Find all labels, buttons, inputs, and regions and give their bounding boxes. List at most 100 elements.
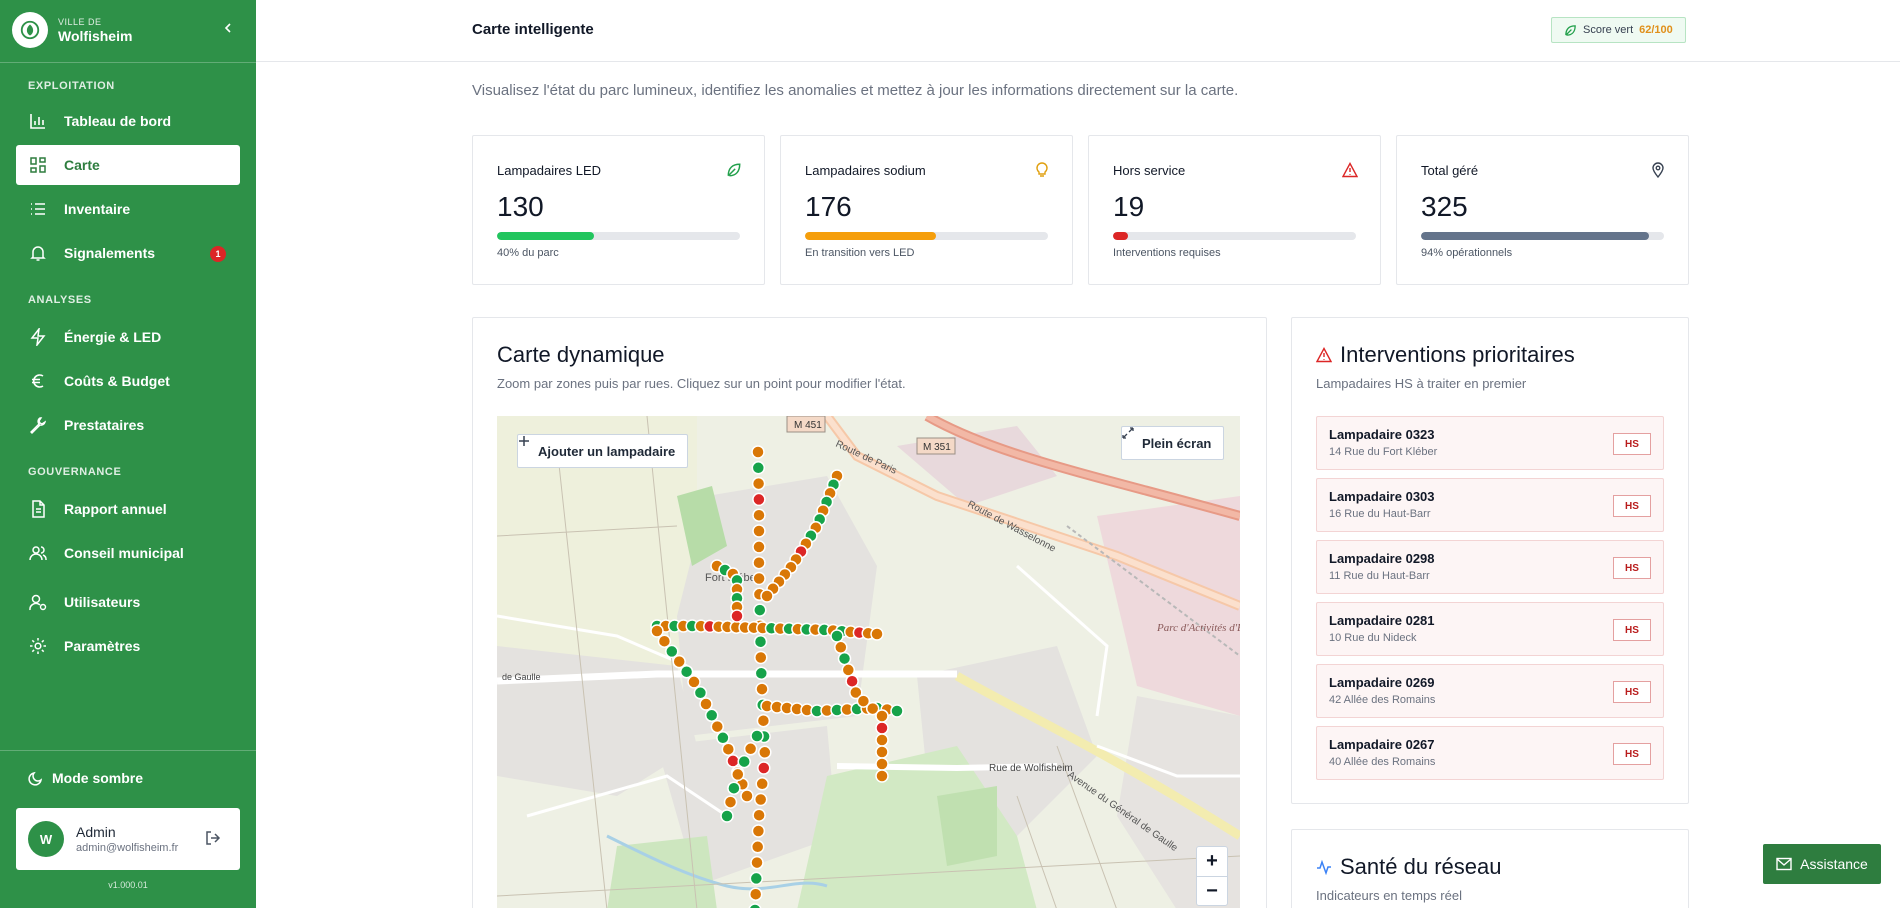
stat-label: Total géré — [1421, 163, 1479, 178]
streetlight-marker[interactable] — [875, 769, 889, 783]
intervention-item[interactable]: Lampadaire 0281 10 Rue du Nideck HS — [1316, 602, 1664, 656]
streetlight-marker[interactable] — [845, 674, 859, 688]
stat-progress-fill — [1113, 232, 1128, 240]
sidebar-item-utilisateurs[interactable]: Utilisateurs — [16, 582, 240, 622]
streetlight-marker[interactable] — [693, 686, 708, 700]
sidebar-item-parametres[interactable]: Paramètres — [16, 626, 240, 666]
add-streetlight-button[interactable]: Ajouter un lampadaire — [517, 434, 689, 468]
zoom-out-button[interactable]: − — [1197, 876, 1227, 905]
brand[interactable]: VILLE DE Wolfisheim — [12, 10, 132, 50]
streetlight-marker[interactable] — [757, 761, 771, 775]
dark-mode-toggle[interactable]: Mode sombre — [28, 770, 143, 786]
streetlight-marker[interactable] — [740, 789, 754, 803]
streetlight-marker[interactable] — [730, 609, 744, 623]
streetlight-marker[interactable] — [750, 840, 765, 854]
sidebar-divider — [0, 750, 256, 751]
streetlight-marker[interactable] — [841, 663, 856, 677]
streetlight-marker[interactable] — [875, 709, 889, 723]
sidebar-item-energie[interactable]: Énergie & LED — [16, 317, 240, 357]
streetlight-marker[interactable] — [754, 650, 768, 665]
sidebar-item-tableau-de-bord[interactable]: Tableau de bord — [16, 101, 240, 141]
streetlight-marker[interactable] — [716, 731, 730, 745]
map-canvas[interactable]: M 451 M 351 Route de Paris Route de Wass… — [497, 416, 1240, 908]
stat-note: En transition vers LED — [805, 247, 915, 259]
streetlight-marker[interactable] — [687, 675, 701, 689]
sidebar-item-inventaire[interactable]: Inventaire — [16, 189, 240, 229]
streetlight-marker[interactable] — [758, 745, 772, 760]
assistance-button[interactable]: Assistance — [1763, 844, 1881, 884]
stat-progress-bar — [1421, 232, 1664, 240]
streetlight-marker[interactable] — [721, 742, 736, 756]
streetlight-marker[interactable] — [875, 745, 889, 759]
streetlight-marker[interactable] — [830, 629, 844, 643]
streetlight-marker[interactable] — [752, 508, 766, 522]
streetlight-marker[interactable] — [754, 666, 769, 681]
intervention-item[interactable]: Lampadaire 0269 42 Allée des Romains HS — [1316, 664, 1664, 718]
streetlight-marker[interactable] — [751, 461, 766, 475]
zoom-control: + − — [1196, 846, 1228, 906]
streetlight-marker[interactable] — [699, 697, 713, 711]
zoom-in-button[interactable]: + — [1197, 847, 1227, 876]
streetlight-marker[interactable] — [760, 589, 774, 603]
streetlight-marker[interactable] — [657, 634, 672, 648]
streetlight-marker[interactable] — [665, 644, 679, 659]
streetlight-marker[interactable] — [750, 855, 764, 870]
sidebar-item-couts[interactable]: Coûts & Budget — [16, 361, 240, 401]
streetlight-marker[interactable] — [749, 871, 764, 886]
streetlight-marker[interactable] — [679, 664, 694, 679]
streetlight-marker[interactable] — [837, 651, 852, 666]
streetlight-marker[interactable] — [875, 757, 889, 771]
streetlight-marker[interactable] — [751, 824, 766, 838]
streetlight-marker[interactable] — [875, 721, 889, 735]
intervention-item[interactable]: Lampadaire 0303 16 Rue du Haut-Barr HS — [1316, 478, 1664, 532]
streetlight-marker[interactable] — [755, 682, 769, 696]
map-label-parc: Parc d'Activités d'Eckbolsheim — [1156, 622, 1240, 634]
streetlight-marker[interactable] — [726, 754, 740, 768]
intervention-item[interactable]: Lampadaire 0298 11 Rue du Haut-Barr HS — [1316, 540, 1664, 594]
streetlight-marker[interactable] — [870, 627, 884, 641]
collapse-sidebar-button[interactable] — [218, 18, 238, 38]
streetlight-marker[interactable] — [753, 634, 768, 649]
sidebar-item-carte[interactable]: Carte — [16, 145, 240, 185]
streetlight-marker[interactable] — [710, 719, 725, 734]
sidebar-item-signalements[interactable]: Signalements 1 — [16, 233, 240, 273]
map-view[interactable]: M 451 M 351 Route de Paris Route de Wass… — [497, 416, 1240, 908]
streetlight-marker[interactable] — [727, 781, 741, 795]
streetlight-marker[interactable] — [720, 809, 734, 823]
streetlight-marker[interactable] — [751, 476, 766, 491]
intervention-item[interactable]: Lampadaire 0323 14 Rue du Fort Kléber HS — [1316, 416, 1664, 470]
sidebar-item-label: Tableau de bord — [64, 113, 172, 129]
logout-icon[interactable] — [204, 829, 222, 847]
streetlight-marker[interactable] — [704, 708, 719, 723]
streetlight-marker[interactable] — [890, 704, 904, 718]
streetlight-marker[interactable] — [755, 777, 769, 791]
fullscreen-button[interactable]: Plein écran — [1121, 426, 1225, 460]
sidebar-item-rapport-annuel[interactable]: Rapport annuel — [16, 489, 240, 529]
activity-icon — [1316, 859, 1332, 875]
streetlight-marker[interactable] — [750, 729, 764, 743]
streetlight-marker[interactable] — [737, 754, 751, 769]
bar-chart-icon — [28, 111, 48, 131]
brand-logo — [12, 12, 48, 48]
streetlight-marker[interactable] — [752, 555, 766, 570]
streetlight-marker[interactable] — [723, 795, 738, 809]
streetlight-marker[interactable] — [752, 808, 766, 822]
streetlight-marker[interactable] — [731, 767, 745, 782]
streetlight-marker[interactable] — [875, 733, 889, 747]
streetlight-marker[interactable] — [743, 742, 758, 756]
streetlight-marker[interactable] — [834, 640, 848, 655]
streetlight-marker[interactable] — [650, 624, 664, 638]
sidebar-item-prestataires[interactable]: Prestataires — [16, 405, 240, 445]
streetlight-marker[interactable] — [753, 792, 768, 807]
streetlight-marker[interactable] — [752, 524, 766, 538]
streetlight-marker[interactable] — [752, 540, 766, 554]
streetlight-marker[interactable] — [752, 492, 766, 507]
user-card[interactable]: W Admin admin@wolfisheim.fr — [16, 808, 240, 870]
streetlight-marker[interactable] — [753, 603, 767, 617]
streetlight-marker[interactable] — [751, 445, 765, 459]
streetlight-marker[interactable] — [748, 887, 763, 901]
intervention-item[interactable]: Lampadaire 0267 40 Allée des Romains HS — [1316, 726, 1664, 780]
streetlight-marker[interactable] — [756, 713, 771, 728]
streetlight-marker[interactable] — [752, 571, 766, 586]
sidebar-item-conseil-municipal[interactable]: Conseil municipal — [16, 533, 240, 573]
